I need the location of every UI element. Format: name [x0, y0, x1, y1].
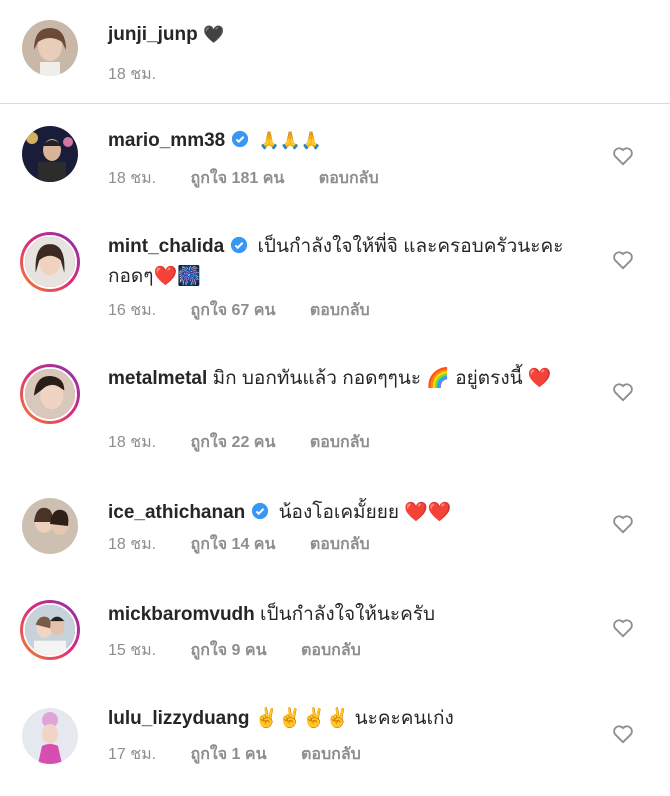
- reply-button[interactable]: ตอบกลับ: [310, 302, 370, 319]
- divider: [0, 103, 670, 104]
- verified-badge-icon: [252, 502, 269, 520]
- like-heart-icon[interactable]: [612, 146, 634, 166]
- comment-time: 16 ชม.: [108, 302, 157, 319]
- avatar-image: [25, 605, 75, 655]
- likes-count[interactable]: ถูกใจ 22 คน: [191, 434, 276, 451]
- avatar-image: [22, 126, 78, 182]
- avatar-image: [25, 369, 75, 419]
- like-heart-icon[interactable]: [612, 724, 634, 744]
- black-heart-icon: 🖤: [203, 25, 225, 44]
- avatar[interactable]: [22, 126, 78, 182]
- like-heart-icon[interactable]: [612, 618, 634, 638]
- comment-username[interactable]: metalmetal: [108, 368, 207, 389]
- post-caption: junji_junp 🖤 18 ชม.: [0, 0, 670, 104]
- avatar-image: [22, 20, 78, 76]
- reply-button[interactable]: ตอบกลับ: [310, 434, 370, 451]
- comment-time: 18 ชม.: [108, 536, 157, 553]
- verified-badge-icon: [232, 130, 249, 148]
- reply-button[interactable]: ตอบกลับ: [301, 642, 361, 659]
- comment-time: 18 ชม.: [108, 434, 157, 451]
- comment-time: 17 ชม.: [108, 746, 157, 763]
- comment-text: มิก บอกทันแล้ว กอดๆๆนะ 🌈 อยู่ตรงนี้ ❤️: [212, 368, 552, 389]
- likes-count[interactable]: ถูกใจ 1 คน: [191, 746, 267, 763]
- like-heart-icon[interactable]: [612, 250, 634, 270]
- comment-username[interactable]: mario_mm38: [108, 130, 225, 151]
- like-heart-icon[interactable]: [612, 382, 634, 402]
- reply-button[interactable]: ตอบกลับ: [310, 536, 370, 553]
- avatar-image: [22, 498, 78, 554]
- avatar[interactable]: [20, 600, 80, 660]
- comment-username[interactable]: ice_athichanan: [108, 502, 245, 523]
- avatar[interactable]: [22, 20, 78, 76]
- likes-count[interactable]: ถูกใจ 67 คน: [191, 302, 276, 319]
- comment-time: 18 ชม.: [108, 170, 157, 187]
- likes-count[interactable]: ถูกใจ 181 คน: [191, 170, 285, 187]
- avatar-image: [25, 237, 75, 287]
- avatar[interactable]: [20, 364, 80, 424]
- comment-text: ✌️✌️✌️✌️ นะคะคนเก่ง: [254, 708, 454, 729]
- caption-time: 18 ชม.: [108, 66, 157, 83]
- avatar[interactable]: [22, 498, 78, 554]
- likes-count[interactable]: ถูกใจ 14 คน: [191, 536, 276, 553]
- comment-username[interactable]: mint_chalida: [108, 236, 224, 257]
- comment-text: 🙏🙏🙏: [258, 131, 323, 150]
- like-heart-icon[interactable]: [612, 514, 634, 534]
- reply-button[interactable]: ตอบกลับ: [319, 170, 379, 187]
- avatar-image: [22, 708, 78, 764]
- likes-count[interactable]: ถูกใจ 9 คน: [191, 642, 267, 659]
- comment-username[interactable]: mickbaromvudh: [108, 604, 255, 625]
- comment-username[interactable]: lulu_lizzyduang: [108, 708, 249, 729]
- comment-text: น้องโอเคมั้ยยย ❤️❤️: [278, 502, 452, 523]
- verified-badge-icon: [231, 236, 248, 254]
- avatar[interactable]: [22, 708, 78, 764]
- reply-button[interactable]: ตอบกลับ: [301, 746, 361, 763]
- avatar[interactable]: [20, 232, 80, 292]
- comment-time: 15 ชม.: [108, 642, 157, 659]
- caption-username[interactable]: junji_junp: [108, 24, 198, 45]
- comment-text: เป็นกำลังใจให้นะครับ: [260, 604, 436, 625]
